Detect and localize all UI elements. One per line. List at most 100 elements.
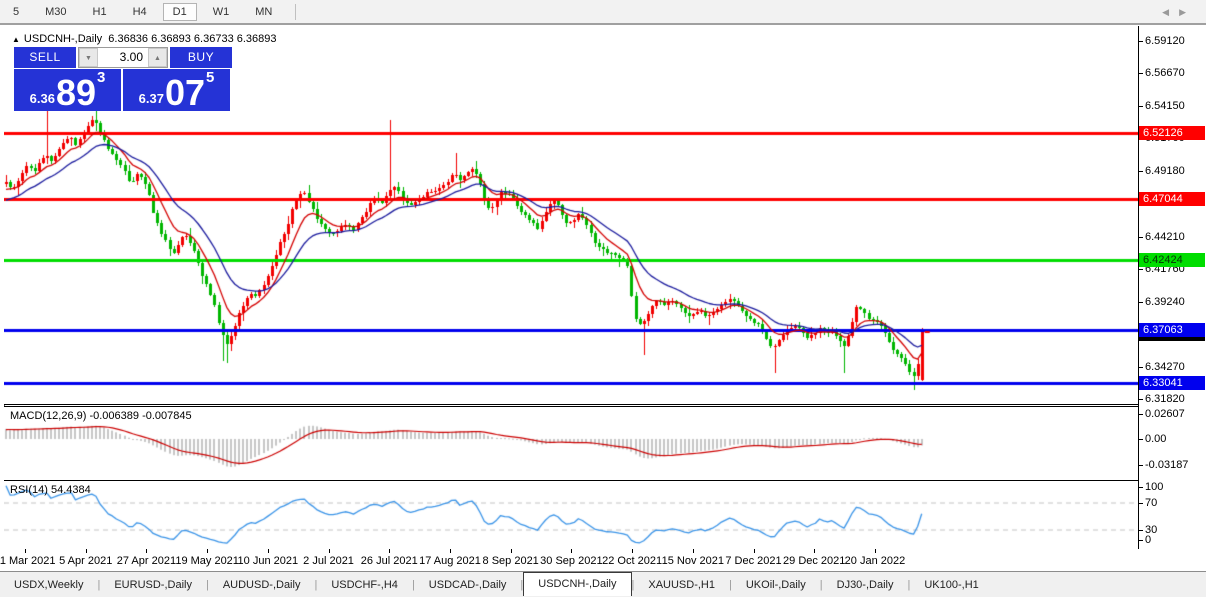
sell-price-display[interactable]: 6.36 89 3: [14, 69, 121, 111]
rsi-canvas[interactable]: [4, 481, 1138, 547]
price-level-badge: 6.47044: [1139, 192, 1205, 207]
rsi-axis-tick: 70: [1138, 497, 1158, 509]
toolbar-separator: [295, 3, 297, 20]
rsi-axis-tick: 0: [1138, 534, 1152, 546]
timeframe-button-mn[interactable]: MN: [245, 3, 282, 21]
rsi-label: RSI(14) 54.4384: [10, 484, 91, 496]
sell-price-sup: 3: [97, 69, 106, 86]
timeframe-button-5[interactable]: 5: [3, 3, 29, 21]
timeframe-button-m30[interactable]: M30: [35, 3, 76, 21]
trading-platform-window: 5 M30 H1 H4 D1 W1 MN ▲ USDCNH-,Daily 6.36836 6.…: [0, 0, 1206, 597]
chart-tab-ukoil[interactable]: UKOil-,Daily: [732, 574, 820, 596]
chart-tab-audusd[interactable]: AUDUSD-,Daily: [209, 574, 315, 596]
macd-axis-tick: -0.03187: [1138, 459, 1189, 471]
volume-input[interactable]: 3.00: [98, 48, 148, 67]
date-tick: [753, 549, 755, 553]
price-axis-tick: 6.54150: [1139, 100, 1185, 113]
volume-stepper: ▼ 3.00 ▲: [78, 47, 168, 68]
buy-button[interactable]: BUY: [170, 47, 232, 68]
date-tick: [267, 549, 269, 553]
chart-tab-usdcad[interactable]: USDCAD-,Daily: [415, 574, 521, 596]
date-label: 8 Sep 2021: [482, 555, 539, 567]
chart-tab-uk100[interactable]: UK100-,H1: [910, 574, 992, 596]
rsi-axis-tick: 100: [1138, 481, 1164, 493]
date-tick: [874, 549, 876, 553]
date-label: 29 Dec 2021: [783, 555, 846, 567]
chart-tab-xauusd[interactable]: XAUUSD-,H1: [634, 574, 729, 596]
macd-axis-tick: 0.02607: [1139, 408, 1185, 420]
date-label: 5 Apr 2021: [59, 555, 113, 567]
chart-tab-usdcnh[interactable]: USDCNH-,Daily: [523, 571, 632, 596]
date-tick: [510, 549, 512, 553]
date-tick: [207, 549, 209, 553]
price-level-badge: 6.37063: [1139, 323, 1205, 338]
date-tick: [692, 549, 694, 553]
chart-tab-usdx[interactable]: USDX,Weekly: [0, 574, 97, 596]
buy-price-big: 07: [164, 72, 205, 113]
buy-price-sup: 5: [206, 69, 215, 86]
date-label: 11 Mar 2021: [0, 555, 56, 567]
date-tick: [449, 549, 451, 553]
date-tick: [85, 549, 87, 553]
date-label: 20 Jan 2022: [844, 555, 906, 567]
chart-tab-bar: USDX,Weekly | EURUSD-,Daily | AUDUSD-,Daily |…: [0, 571, 1206, 597]
tab-scroll-arrows[interactable]: ◀▶: [1162, 7, 1196, 18]
date-label: 15 Nov 2021: [661, 555, 724, 567]
tab-scroll-left-icon[interactable]: ◀: [1162, 7, 1179, 17]
buy-price-small: 6.37: [138, 91, 164, 106]
price-axis-tick: 6.39240: [1139, 295, 1185, 308]
date-label: 10 Jun 2021: [237, 555, 299, 567]
date-tick: [632, 549, 634, 553]
chart-symbol-label: USDCNH-,Daily: [23, 33, 103, 45]
price-chart-panel: ▲ USDCNH-,Daily 6.36836 6.36893 6.36733 6…: [4, 26, 1138, 405]
price-axis-tick: 6.56670: [1139, 67, 1185, 80]
collapse-chart-icon[interactable]: ▲: [12, 35, 20, 44]
price-axis[interactable]: 6.591206.566706.541506.517006.491806.467…: [1138, 26, 1206, 549]
chart-tab-dj30[interactable]: DJ30-,Daily: [823, 574, 908, 596]
volume-increase-button[interactable]: ▲: [148, 48, 167, 67]
chart-ohlc-values: 6.36836 6.36893 6.36733 6.36893: [108, 33, 277, 45]
macd-axis-tick: 0.00: [1138, 433, 1167, 445]
price-level-badge: 6.42424: [1139, 252, 1205, 267]
chart-tab-eurusd[interactable]: EURUSD-,Daily: [100, 574, 206, 596]
date-tick: [571, 549, 573, 553]
date-label: 30 Sep 2021: [540, 555, 603, 567]
date-tick: [25, 549, 26, 553]
sell-price-big: 89: [55, 72, 96, 113]
price-level-badge: 6.52126: [1139, 125, 1205, 140]
date-label: 2 Jul 2021: [303, 555, 354, 567]
date-label: 27 Apr 2021: [116, 555, 177, 567]
date-label: 22 Oct 2021: [602, 555, 663, 567]
date-tick: [146, 549, 148, 553]
date-tick: [814, 549, 816, 553]
date-label: 7 Dec 2021: [725, 555, 782, 567]
sell-button[interactable]: SELL: [14, 47, 76, 68]
rsi-indicator-panel: RSI(14) 54.4384: [4, 480, 1138, 552]
sell-price-small: 6.36: [29, 91, 55, 106]
price-axis-tick: 6.34270: [1139, 360, 1185, 373]
date-tick: [389, 549, 391, 553]
price-axis-tick: 6.31820: [1139, 393, 1185, 405]
one-click-trade-panel: SELL ▼ 3.00 ▲ BUY 6.36 89 3 6.37 07 5: [14, 47, 232, 111]
timeframe-button-h4[interactable]: H4: [123, 3, 157, 21]
timeframe-button-w1[interactable]: W1: [203, 3, 240, 21]
chart-tab-usdchf[interactable]: USDCHF-,H4: [317, 574, 412, 596]
timeframe-toolbar: 5 M30 H1 H4 D1 W1 MN: [0, 0, 1206, 25]
date-axis[interactable]: 11 Mar 2021 5 Apr 2021 27 Apr 2021 19 May 2…: [0, 549, 1206, 571]
chart-header: ▲ USDCNH-,Daily 6.36836 6.36893 6.36733 6…: [12, 33, 277, 45]
macd-indicator-panel: MACD(12,26,9) -0.006389 -0.007845: [4, 406, 1138, 481]
timeframe-button-d1[interactable]: D1: [162, 2, 197, 21]
buy-price-display[interactable]: 6.37 07 5: [123, 69, 230, 111]
date-label: 17 Aug 2021: [419, 555, 481, 567]
price-level-badge: 6.33041: [1139, 375, 1205, 390]
tab-scroll-right-icon[interactable]: ▶: [1179, 7, 1196, 17]
price-axis-tick: 6.44210: [1139, 230, 1185, 243]
macd-label: MACD(12,26,9) -0.006389 -0.007845: [10, 410, 192, 422]
volume-decrease-button[interactable]: ▼: [79, 48, 98, 67]
price-axis-tick: 6.49180: [1139, 165, 1185, 178]
timeframe-button-h1[interactable]: H1: [83, 3, 117, 21]
date-label: 26 Jul 2021: [360, 555, 418, 567]
date-tick: [328, 549, 330, 553]
date-label: 19 May 2021: [175, 555, 239, 567]
price-axis-tick: 6.59120: [1139, 35, 1185, 47]
